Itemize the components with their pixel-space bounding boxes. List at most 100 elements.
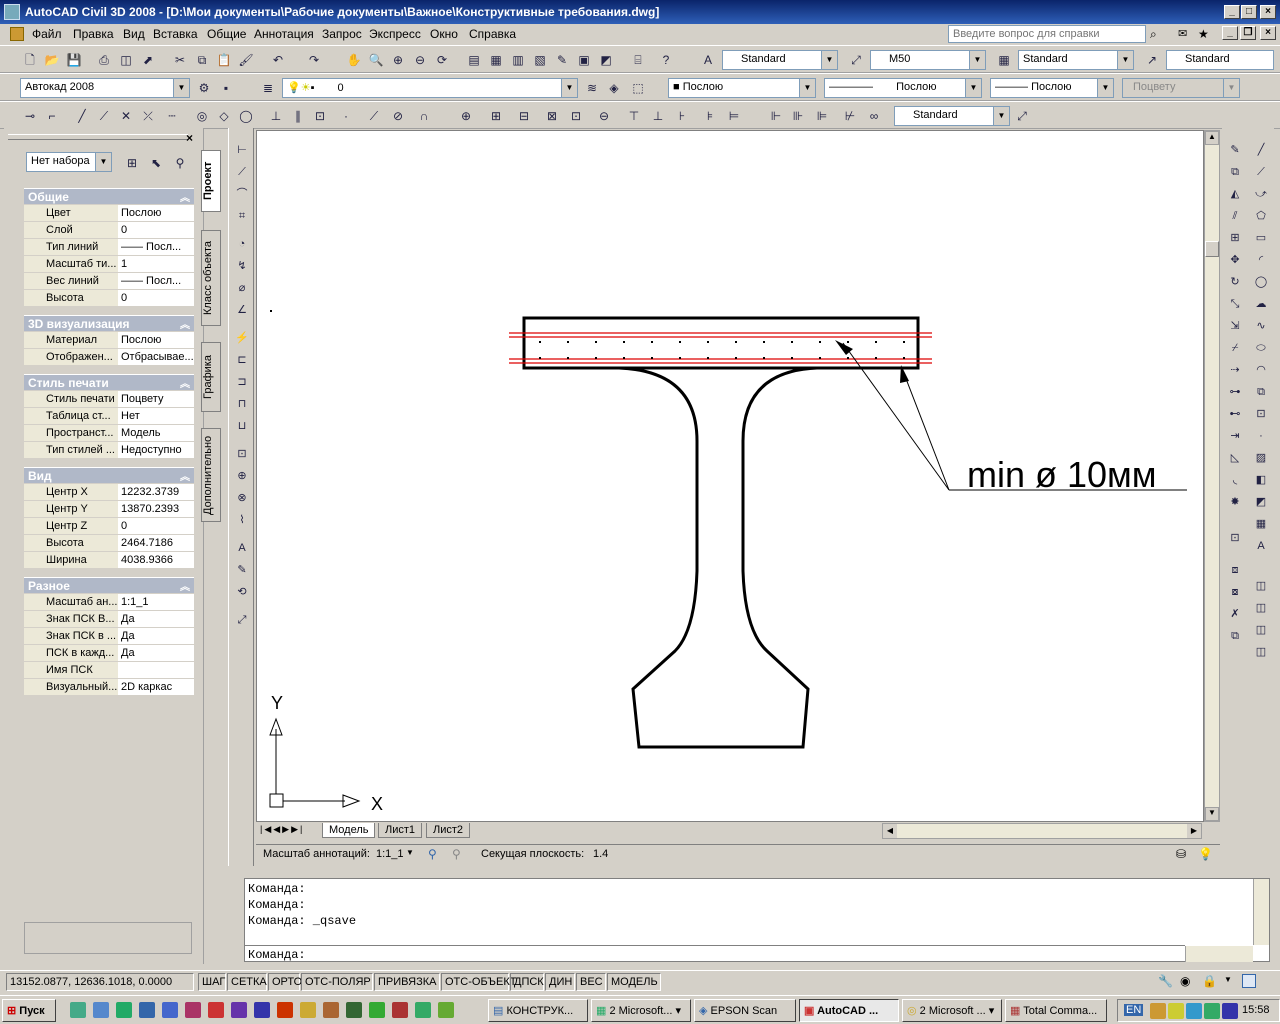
- palette-grip[interactable]: [8, 134, 188, 140]
- snap-extension-icon[interactable]: ┄: [162, 106, 182, 126]
- property-value[interactable]: 0: [119, 518, 194, 534]
- selection-select[interactable]: Нет набора ▼: [26, 152, 112, 172]
- vdim-radius-icon[interactable]: ◔: [232, 234, 252, 254]
- property-row[interactable]: Масштаб ти... 1: [24, 256, 194, 273]
- property-value[interactable]: 2464.7186: [119, 535, 194, 551]
- property-row[interactable]: Высота 0: [24, 290, 194, 307]
- command-hscroll[interactable]: [1185, 946, 1253, 962]
- props-section-header[interactable]: Стиль печати ︽: [24, 374, 194, 390]
- cut-icon[interactable]: ✂: [170, 50, 190, 70]
- region-icon[interactable]: ◩: [1251, 492, 1271, 512]
- osnap-settings-icon[interactable]: ∩: [414, 106, 434, 126]
- help-icon[interactable]: ?: [656, 50, 676, 70]
- hscroll-left-button[interactable]: ◀: [883, 824, 897, 838]
- ellipse-arc-icon[interactable]: ◠: [1251, 360, 1271, 380]
- snap-endpoint-icon[interactable]: ╱: [72, 106, 92, 126]
- workspace-lock-icon[interactable]: ▪: [216, 78, 236, 98]
- menu-insert[interactable]: Вставка: [153, 27, 198, 41]
- tray-settings-icon[interactable]: 🔧: [1158, 974, 1173, 988]
- dim-style-icon[interactable]: ⤢: [846, 50, 866, 70]
- help-search-input[interactable]: [948, 25, 1146, 43]
- new-icon[interactable]: 🗋: [20, 50, 40, 70]
- workspace-select[interactable]: Автокад 2008 ▼: [20, 78, 190, 98]
- snap-nearest-icon[interactable]: ⟋: [364, 106, 384, 126]
- tab-object-class[interactable]: Класс объекта: [201, 230, 221, 326]
- linetype-select[interactable]: ———— Послою ▼: [824, 78, 982, 98]
- copy-object-icon[interactable]: ⧉: [1225, 162, 1245, 182]
- property-value[interactable]: Нет: [119, 408, 194, 424]
- vdim-jogged-icon[interactable]: ↯: [232, 256, 252, 276]
- rotate-icon[interactable]: ↻: [1225, 272, 1245, 292]
- dim-radius-icon[interactable]: ⊡: [566, 106, 586, 126]
- scroll-up-button[interactable]: ▲: [1205, 131, 1219, 145]
- property-row[interactable]: Ширина 4038.9366: [24, 552, 194, 569]
- circle-icon[interactable]: ◯: [1251, 272, 1271, 292]
- document-icon[interactable]: [10, 27, 24, 41]
- status-toggle-8[interactable]: ДИН: [545, 973, 575, 991]
- dim-arc-icon[interactable]: ⊟: [514, 106, 534, 126]
- send-back-icon[interactable]: ⧇: [1225, 582, 1245, 602]
- annotation-scale-dropdown-icon[interactable]: ▼: [406, 848, 414, 857]
- menu-window[interactable]: Окно: [430, 27, 458, 41]
- chamfer-icon[interactable]: ◺: [1225, 448, 1245, 468]
- snap-quadrant-icon[interactable]: ◇: [214, 106, 234, 126]
- extend-icon[interactable]: ⇢: [1225, 360, 1245, 380]
- horizontal-scrollbar[interactable]: ◀ ▶: [882, 823, 1202, 839]
- property-value[interactable]: 12232.3739: [119, 484, 194, 500]
- quicklaunch-app7-icon[interactable]: [346, 1002, 362, 1018]
- pan-icon[interactable]: ✋: [344, 50, 364, 70]
- arc-icon[interactable]: ◜: [1251, 250, 1271, 270]
- start-button[interactable]: ⊞ Пуск: [2, 999, 56, 1022]
- markup-icon[interactable]: ✎: [552, 50, 572, 70]
- property-row[interactable]: Масштаб ан... 1:1_1: [24, 594, 194, 611]
- select-objects-icon[interactable]: ⬉: [146, 153, 166, 173]
- quicklaunch-app6-icon[interactable]: [323, 1002, 339, 1018]
- vdim-aligned-icon[interactable]: ⟋: [232, 162, 252, 182]
- property-value[interactable]: 0: [119, 290, 194, 306]
- collapse-chevron-icon[interactable]: ︽: [180, 578, 190, 593]
- property-value[interactable]: 13870.2393: [119, 501, 194, 517]
- trim-icon[interactable]: ⌿: [1225, 338, 1245, 358]
- tab-layout2[interactable]: Лист2: [426, 823, 471, 838]
- dim-break-icon[interactable]: ⊩: [766, 106, 786, 126]
- property-row[interactable]: Тип стилей ... Недоступно: [24, 442, 194, 459]
- annotation-scale-value[interactable]: 1:1_1: [376, 848, 404, 860]
- quicklaunch-desktop-icon[interactable]: [93, 1002, 109, 1018]
- snap-tangent-icon[interactable]: ◯: [236, 106, 256, 126]
- command-prompt[interactable]: Команда:: [248, 948, 306, 962]
- task-microsoft-excel[interactable]: ▦ 2 Microsoft... ▾: [591, 999, 691, 1022]
- vdim-quick-icon[interactable]: ⚡: [232, 328, 252, 348]
- spline-icon[interactable]: ∿: [1251, 316, 1271, 336]
- join-icon[interactable]: ⇥: [1225, 426, 1245, 446]
- property-value[interactable]: 4038.9366: [119, 552, 194, 568]
- property-row[interactable]: Отображен... Отбрасывае...: [24, 349, 194, 366]
- quicklaunch-app-icon[interactable]: [162, 1002, 178, 1018]
- collapse-chevron-icon[interactable]: ︽: [180, 375, 190, 390]
- tab-project[interactable]: Проект: [201, 150, 221, 212]
- property-value[interactable]: Послою: [119, 205, 194, 221]
- quicklaunch-app2-icon[interactable]: [185, 1002, 201, 1018]
- vdim-edit-icon[interactable]: A: [232, 538, 252, 558]
- property-value[interactable]: 0: [119, 222, 194, 238]
- stretch-icon[interactable]: ⇲: [1225, 316, 1245, 336]
- print-icon[interactable]: ⎙: [94, 50, 114, 70]
- dim-diameter-icon[interactable]: ⊖: [594, 106, 614, 126]
- property-value[interactable]: Модель: [119, 425, 194, 441]
- property-value[interactable]: —— Посл...: [119, 239, 194, 255]
- title-bar[interactable]: AutoCAD Civil 3D 2008 - [D:\Мои документ…: [0, 0, 1280, 24]
- menu-edit[interactable]: Правка: [73, 27, 114, 41]
- quicklaunch-app5-icon[interactable]: [300, 1002, 316, 1018]
- dim-edit-icon[interactable]: ∞: [864, 106, 884, 126]
- palette-close-icon[interactable]: ×: [186, 131, 193, 145]
- quicklaunch-media-icon[interactable]: [254, 1002, 270, 1018]
- snap-intersection-icon[interactable]: ✕: [116, 106, 136, 126]
- ellipse-icon[interactable]: ⬭: [1251, 338, 1271, 358]
- break-icon[interactable]: ⊷: [1225, 404, 1245, 424]
- status-toggle-9[interactable]: ВЕС: [576, 973, 606, 991]
- dim-linear-icon[interactable]: ⊕: [456, 106, 476, 126]
- property-row[interactable]: Имя ПСК: [24, 662, 194, 679]
- doc-restore-button[interactable]: ❐: [1240, 26, 1256, 40]
- property-row[interactable]: Пространст... Модель: [24, 425, 194, 442]
- zoom-previous-icon[interactable]: ⊖: [410, 50, 430, 70]
- collapse-chevron-icon[interactable]: ︽: [180, 316, 190, 331]
